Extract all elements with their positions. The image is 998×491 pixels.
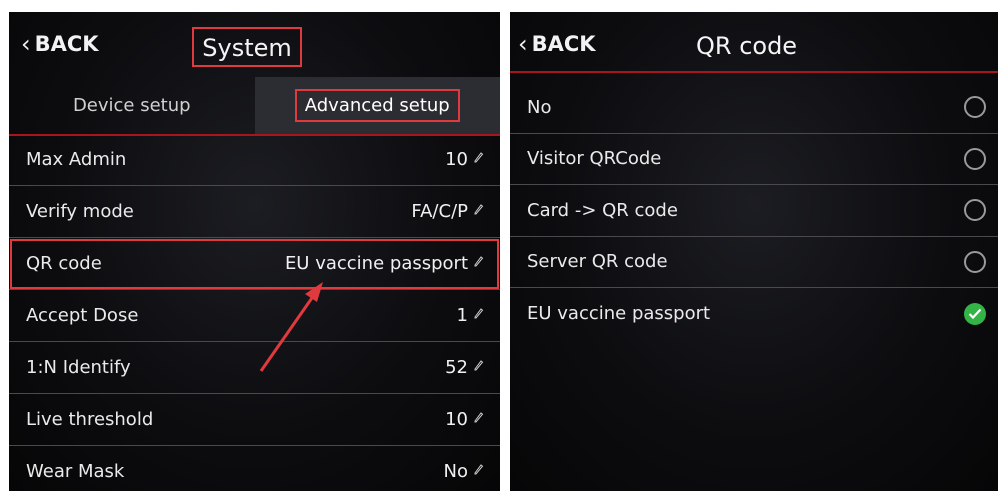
pencil-icon bbox=[474, 204, 484, 215]
system-screen: ‹ BACK System Device setup Advanced setu… bbox=[9, 12, 500, 491]
radio-empty-icon[interactable] bbox=[964, 96, 986, 119]
radio-empty-icon[interactable] bbox=[964, 147, 986, 170]
option-label: Visitor QRCode bbox=[527, 148, 662, 170]
tab-device-setup[interactable]: Device setup bbox=[9, 77, 255, 134]
check-circle-icon[interactable] bbox=[964, 302, 986, 325]
pencil-icon bbox=[474, 464, 484, 475]
setting-row-live-threshold[interactable]: Live threshold 10 bbox=[9, 394, 500, 446]
pencil-icon bbox=[474, 152, 484, 163]
setting-value: 10 bbox=[445, 149, 468, 170]
setting-value: 52 bbox=[445, 357, 468, 378]
back-button[interactable]: ‹ BACK bbox=[21, 32, 99, 56]
option-label: Card -> QR code bbox=[527, 199, 678, 221]
tab-label: Device setup bbox=[72, 95, 191, 116]
setting-value: No bbox=[443, 461, 468, 482]
setting-label: Wear Mask bbox=[26, 461, 125, 482]
setting-row-wear-mask[interactable]: Wear Mask No bbox=[9, 446, 500, 491]
pencil-icon bbox=[474, 360, 484, 371]
setting-row-1n-identify[interactable]: 1:N Identify 52 bbox=[9, 342, 500, 394]
setting-row-accept-dose[interactable]: Accept Dose 1 bbox=[9, 290, 500, 342]
page-title: QR code bbox=[696, 32, 798, 60]
setting-row-max-admin[interactable]: Max Admin 10 bbox=[9, 134, 500, 186]
header-divider bbox=[510, 71, 998, 73]
back-button[interactable]: ‹ BACK bbox=[518, 32, 596, 56]
system-header: ‹ BACK System bbox=[9, 12, 500, 77]
setting-value: EU vaccine passport bbox=[284, 253, 468, 274]
setting-label: QR code bbox=[26, 253, 102, 274]
setting-value: 10 bbox=[445, 409, 468, 430]
setting-label: 1:N Identify bbox=[26, 357, 131, 378]
pencil-icon bbox=[474, 256, 484, 267]
chevron-left-icon: ‹ bbox=[21, 30, 31, 58]
setup-tabs: Device setup Advanced setup bbox=[9, 77, 500, 136]
page-title: System bbox=[192, 27, 302, 67]
setting-label: Verify mode bbox=[26, 201, 134, 222]
back-label: BACK bbox=[531, 32, 596, 56]
tab-advanced-setup[interactable]: Advanced setup bbox=[254, 77, 500, 134]
option-label: No bbox=[527, 96, 552, 118]
qr-code-screen: ‹ BACK QR code No Visitor QRCode Card ->… bbox=[510, 12, 998, 491]
option-card-to-qr-code[interactable]: Card -> QR code bbox=[510, 185, 998, 237]
radio-empty-icon[interactable] bbox=[964, 199, 986, 222]
setting-label: Accept Dose bbox=[26, 305, 139, 326]
setting-label: Live threshold bbox=[26, 409, 154, 430]
option-label: Server QR code bbox=[527, 251, 668, 273]
pencil-icon bbox=[474, 308, 484, 319]
settings-list: Max Admin 10 Verify mode FA/C/P QR code … bbox=[9, 134, 500, 491]
setting-value: 1 bbox=[456, 305, 468, 326]
option-visitor-qrcode[interactable]: Visitor QRCode bbox=[510, 134, 998, 185]
radio-empty-icon[interactable] bbox=[964, 250, 986, 273]
option-label: EU vaccine passport bbox=[527, 303, 711, 325]
setting-value: FA/C/P bbox=[411, 201, 468, 222]
chevron-left-icon: ‹ bbox=[518, 30, 528, 58]
option-eu-vaccine-passport[interactable]: EU vaccine passport bbox=[510, 288, 998, 340]
option-server-qr-code[interactable]: Server QR code bbox=[510, 237, 998, 288]
setting-row-qr-code[interactable]: QR code EU vaccine passport bbox=[9, 238, 500, 290]
qr-header: ‹ BACK QR code bbox=[510, 12, 998, 77]
setting-label: Max Admin bbox=[26, 149, 127, 170]
option-no[interactable]: No bbox=[510, 82, 998, 134]
back-label: BACK bbox=[34, 32, 99, 56]
setting-row-verify-mode[interactable]: Verify mode FA/C/P bbox=[9, 186, 500, 238]
tab-label: Advanced setup bbox=[294, 89, 460, 122]
pencil-icon bbox=[474, 412, 484, 423]
qr-option-list: No Visitor QRCode Card -> QR code Server… bbox=[510, 82, 998, 340]
